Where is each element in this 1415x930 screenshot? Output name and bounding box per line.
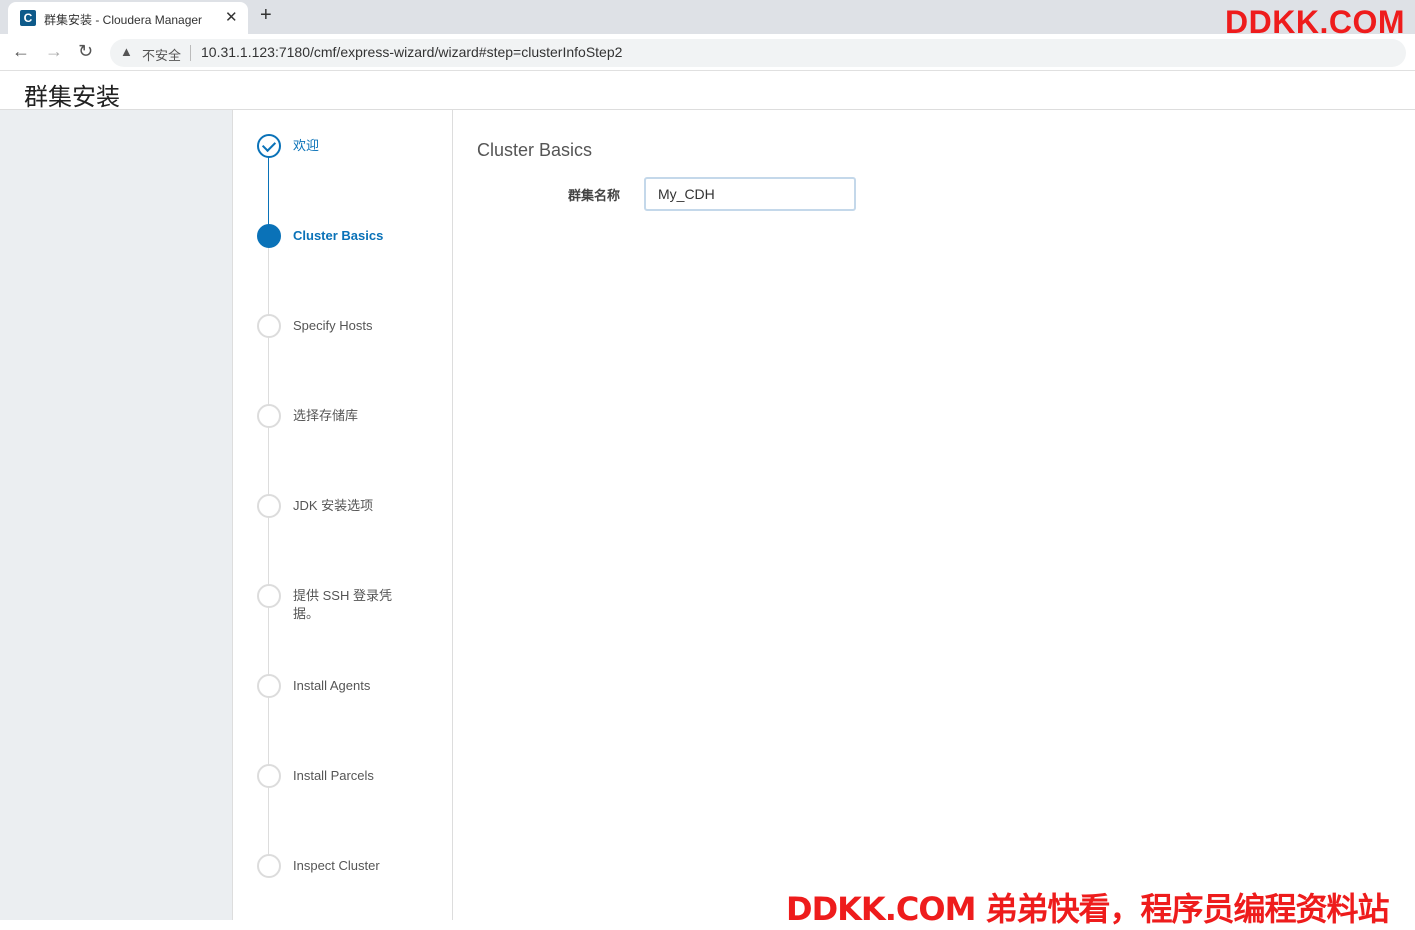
page-header: 群集安装 xyxy=(0,70,1415,111)
page-title: 群集安装 xyxy=(24,84,120,111)
step-label: Cluster Basics xyxy=(293,228,384,243)
tab-title: 群集安装 - Cloudera Manager xyxy=(44,13,203,27)
step-check-icon xyxy=(257,134,281,158)
step-label: Install Parcels xyxy=(293,768,374,783)
step-pending-icon xyxy=(257,494,281,518)
step-pending-icon xyxy=(257,404,281,428)
forward-arrow-icon[interactable]: → xyxy=(45,41,63,62)
step-label: 提供 SSH 登录凭据。 xyxy=(293,588,392,621)
step-pending-icon xyxy=(257,764,281,788)
step-connector xyxy=(268,146,269,236)
wizard-steps: 欢迎 Cluster Basics Specify Hosts 选择存储库 JD… xyxy=(233,110,453,920)
new-tab-icon[interactable]: + xyxy=(260,4,272,27)
browser-toolbar: ← → ↻ ▲ 不安全 10.31.1.123:7180/cmf/express… xyxy=(0,34,1415,70)
omnibox-separator xyxy=(190,45,191,61)
reload-icon[interactable]: ↻ xyxy=(78,41,93,62)
address-bar[interactable]: ▲ 不安全 10.31.1.123:7180/cmf/express-wizar… xyxy=(110,39,1406,67)
main-content: Cluster Basics 群集名称 xyxy=(453,110,1415,920)
watermark-bottom: DDKK.COM 弟弟快看，程序员编程资料站 xyxy=(786,890,1390,928)
insecure-label[interactable]: 不安全 xyxy=(142,45,181,64)
step-label: 欢迎 xyxy=(293,138,320,153)
step-pending-icon xyxy=(257,314,281,338)
cloudera-favicon-icon: C xyxy=(20,10,36,26)
step-pending-icon xyxy=(257,584,281,608)
step-label: JDK 安装选项 xyxy=(293,498,374,513)
browser-tab[interactable]: C 群集安装 - Cloudera Manager ✕ xyxy=(8,2,248,34)
step-label: Specify Hosts xyxy=(293,318,373,333)
browser-tabstrip: C 群集安装 - Cloudera Manager ✕ + DDKK.COM xyxy=(0,0,1415,40)
cluster-name-input[interactable] xyxy=(644,177,856,211)
back-arrow-icon[interactable]: ← xyxy=(12,41,30,62)
step-active-icon xyxy=(257,224,281,248)
step-pending-icon xyxy=(257,674,281,698)
warning-icon[interactable]: ▲ xyxy=(120,44,133,59)
step-label: Inspect Cluster xyxy=(293,858,380,873)
section-title: Cluster Basics xyxy=(477,140,593,160)
url-text[interactable]: 10.31.1.123:7180/cmf/express-wizard/wiza… xyxy=(201,44,622,60)
left-gutter xyxy=(0,110,233,920)
step-pending-icon xyxy=(257,854,281,878)
close-tab-icon[interactable]: ✕ xyxy=(225,8,238,26)
step-label: 选择存储库 xyxy=(293,408,359,423)
cluster-name-label: 群集名称 xyxy=(568,188,621,203)
step-label: Install Agents xyxy=(293,678,371,693)
